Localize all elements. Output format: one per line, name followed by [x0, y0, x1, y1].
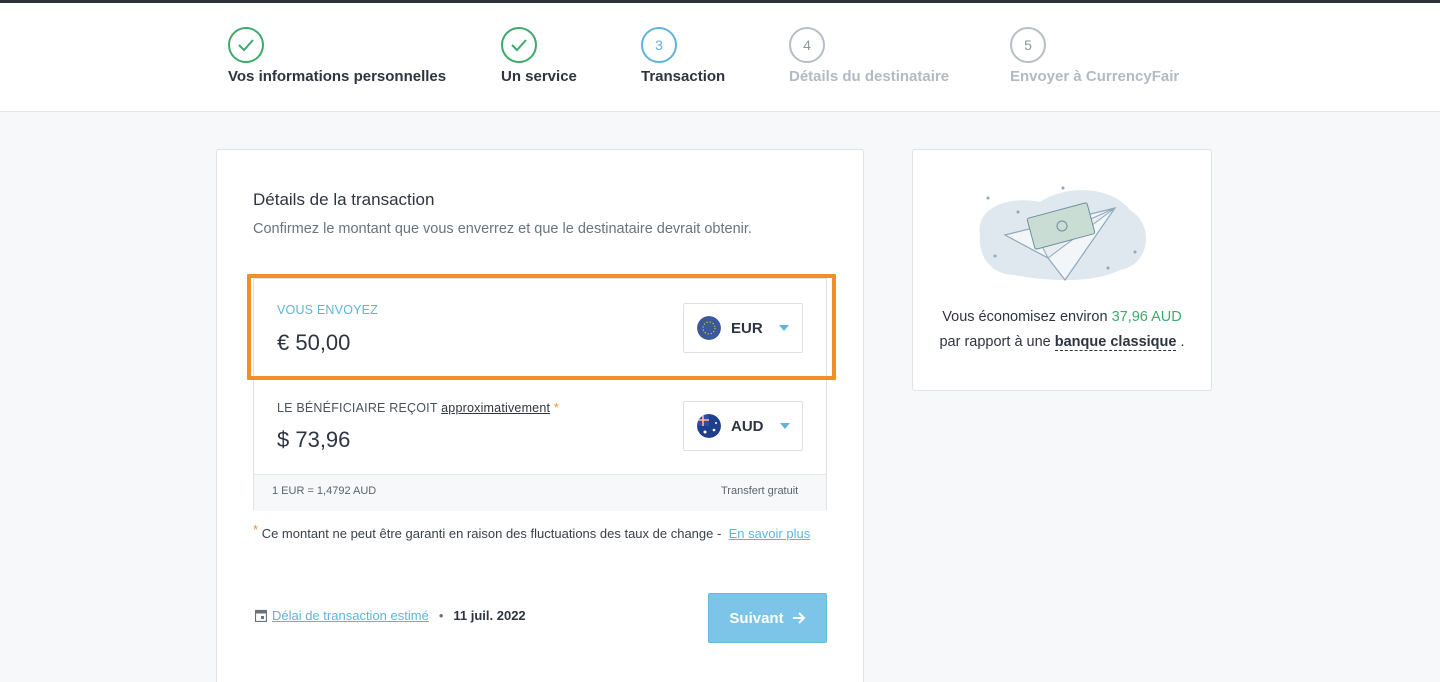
australia-flag-icon — [697, 414, 721, 438]
approximately-link[interactable]: approximativement — [441, 401, 550, 415]
eta-date: 11 juil. 2022 — [453, 608, 526, 623]
step-service[interactable]: Un service — [501, 27, 577, 85]
transaction-subtitle: Confirmez le montant que vous enverrez e… — [253, 221, 752, 237]
calendar-icon — [255, 609, 267, 622]
fee-text: Transfert gratuit — [721, 485, 799, 497]
step-recipient-details: 4 Détails du destinataire — [789, 27, 949, 85]
amount-divider — [254, 377, 826, 378]
chevron-down-icon — [779, 423, 790, 429]
step-label: Vos informations personnelles — [228, 68, 447, 85]
savings-prefix: Vous économisez environ — [942, 309, 1108, 325]
step-number: 3 — [641, 27, 677, 63]
arrow-right-icon — [792, 612, 806, 624]
send-label: VOUS ENVOYEZ — [277, 303, 379, 317]
savings-line-1: Vous économisez environ 37,96 AUD — [912, 305, 1212, 330]
paper-plane-illustration — [979, 186, 1147, 282]
learn-more-link[interactable]: En savoir plus — [729, 526, 811, 541]
savings-amount: 37,96 AUD — [1111, 309, 1182, 325]
asterisk: * — [553, 401, 559, 415]
savings-suffix: . — [1180, 334, 1185, 350]
savings-text: Vous économisez environ 37,96 AUD par ra… — [912, 305, 1212, 355]
transaction-title: Détails de la transaction — [253, 190, 435, 209]
step-label: Détails du destinataire — [789, 68, 950, 85]
disclaimer: * Ce montant ne peut être garanti en rai… — [253, 522, 818, 546]
savings-line-2: par rapport à une banque classique . — [912, 330, 1212, 355]
chevron-down-icon — [778, 325, 789, 331]
savings-middle: par rapport à une — [939, 334, 1051, 350]
check-icon — [501, 27, 537, 63]
receive-label-text: LE BÉNÉFICIAIRE REÇOIT — [277, 401, 438, 415]
step-transaction[interactable]: 3 Transaction — [641, 27, 725, 85]
step-number: 5 — [1010, 27, 1046, 63]
receive-currency-select[interactable]: AUD — [683, 401, 803, 451]
send-amount-input[interactable]: € 50,00 — [277, 330, 350, 356]
eu-flag-icon — [697, 316, 721, 340]
eta-row: Délai de transaction estimé • 11 juil. 2… — [255, 608, 526, 623]
receive-amount-input[interactable]: $ 73,96 — [277, 427, 350, 453]
step-personal-info[interactable]: Vos informations personnelles — [228, 27, 446, 85]
receive-label: LE BÉNÉFICIAIRE REÇOIT approximativement… — [277, 401, 559, 415]
check-icon — [228, 27, 264, 63]
step-number: 4 — [789, 27, 825, 63]
send-currency-select[interactable]: EUR — [683, 303, 803, 353]
classic-bank-tooltip[interactable]: banque classique — [1054, 334, 1177, 351]
next-button[interactable]: Suivant — [708, 593, 827, 643]
currency-code: EUR — [731, 319, 763, 337]
currency-code: AUD — [731, 417, 764, 435]
step-send-to-currencyfair: 5 Envoyer à CurrencyFair — [1010, 27, 1179, 85]
disclaimer-text: Ce montant ne peut être garanti en raiso… — [261, 526, 722, 541]
exchange-rate: 1 EUR = 1,4792 AUD — [272, 485, 377, 497]
step-label: Transaction — [641, 68, 726, 85]
progress-header: Vos informations personnelles Un service… — [0, 3, 1440, 112]
step-label: Un service — [501, 68, 577, 85]
eta-link[interactable]: Délai de transaction estimé — [272, 608, 429, 623]
step-label: Envoyer à CurrencyFair — [1010, 68, 1180, 85]
separator: • — [438, 608, 444, 623]
next-button-label: Suivant — [729, 609, 784, 627]
asterisk: * — [253, 522, 259, 537]
